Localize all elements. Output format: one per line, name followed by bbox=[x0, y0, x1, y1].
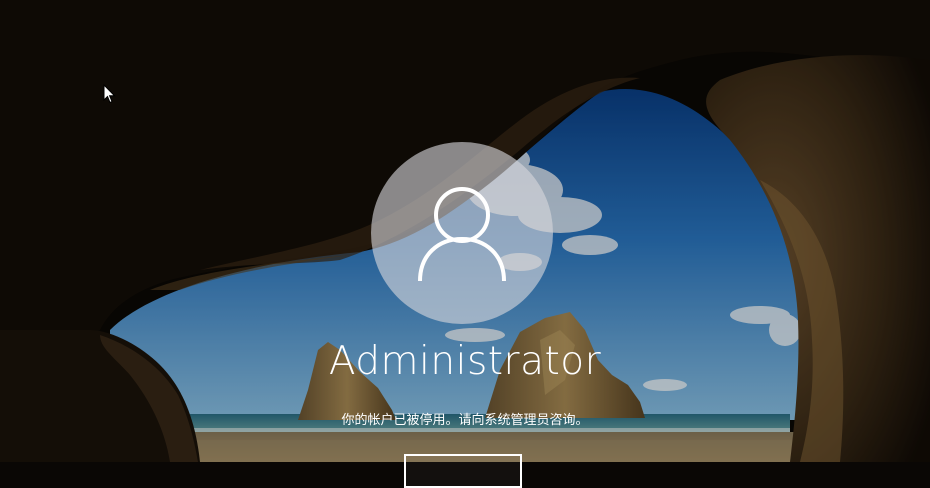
lock-screen: Administrator 你的帐户已被停用。请向系统管理员咨询。 bbox=[0, 0, 930, 488]
account-disabled-message: 你的帐户已被停用。请向系统管理员咨询。 bbox=[341, 413, 589, 428]
user-avatar bbox=[371, 142, 553, 324]
username-label: Administrator bbox=[328, 339, 602, 384]
confirm-button[interactable] bbox=[404, 454, 522, 488]
mouse-pointer-icon bbox=[103, 84, 116, 104]
user-silhouette-icon bbox=[418, 187, 506, 282]
